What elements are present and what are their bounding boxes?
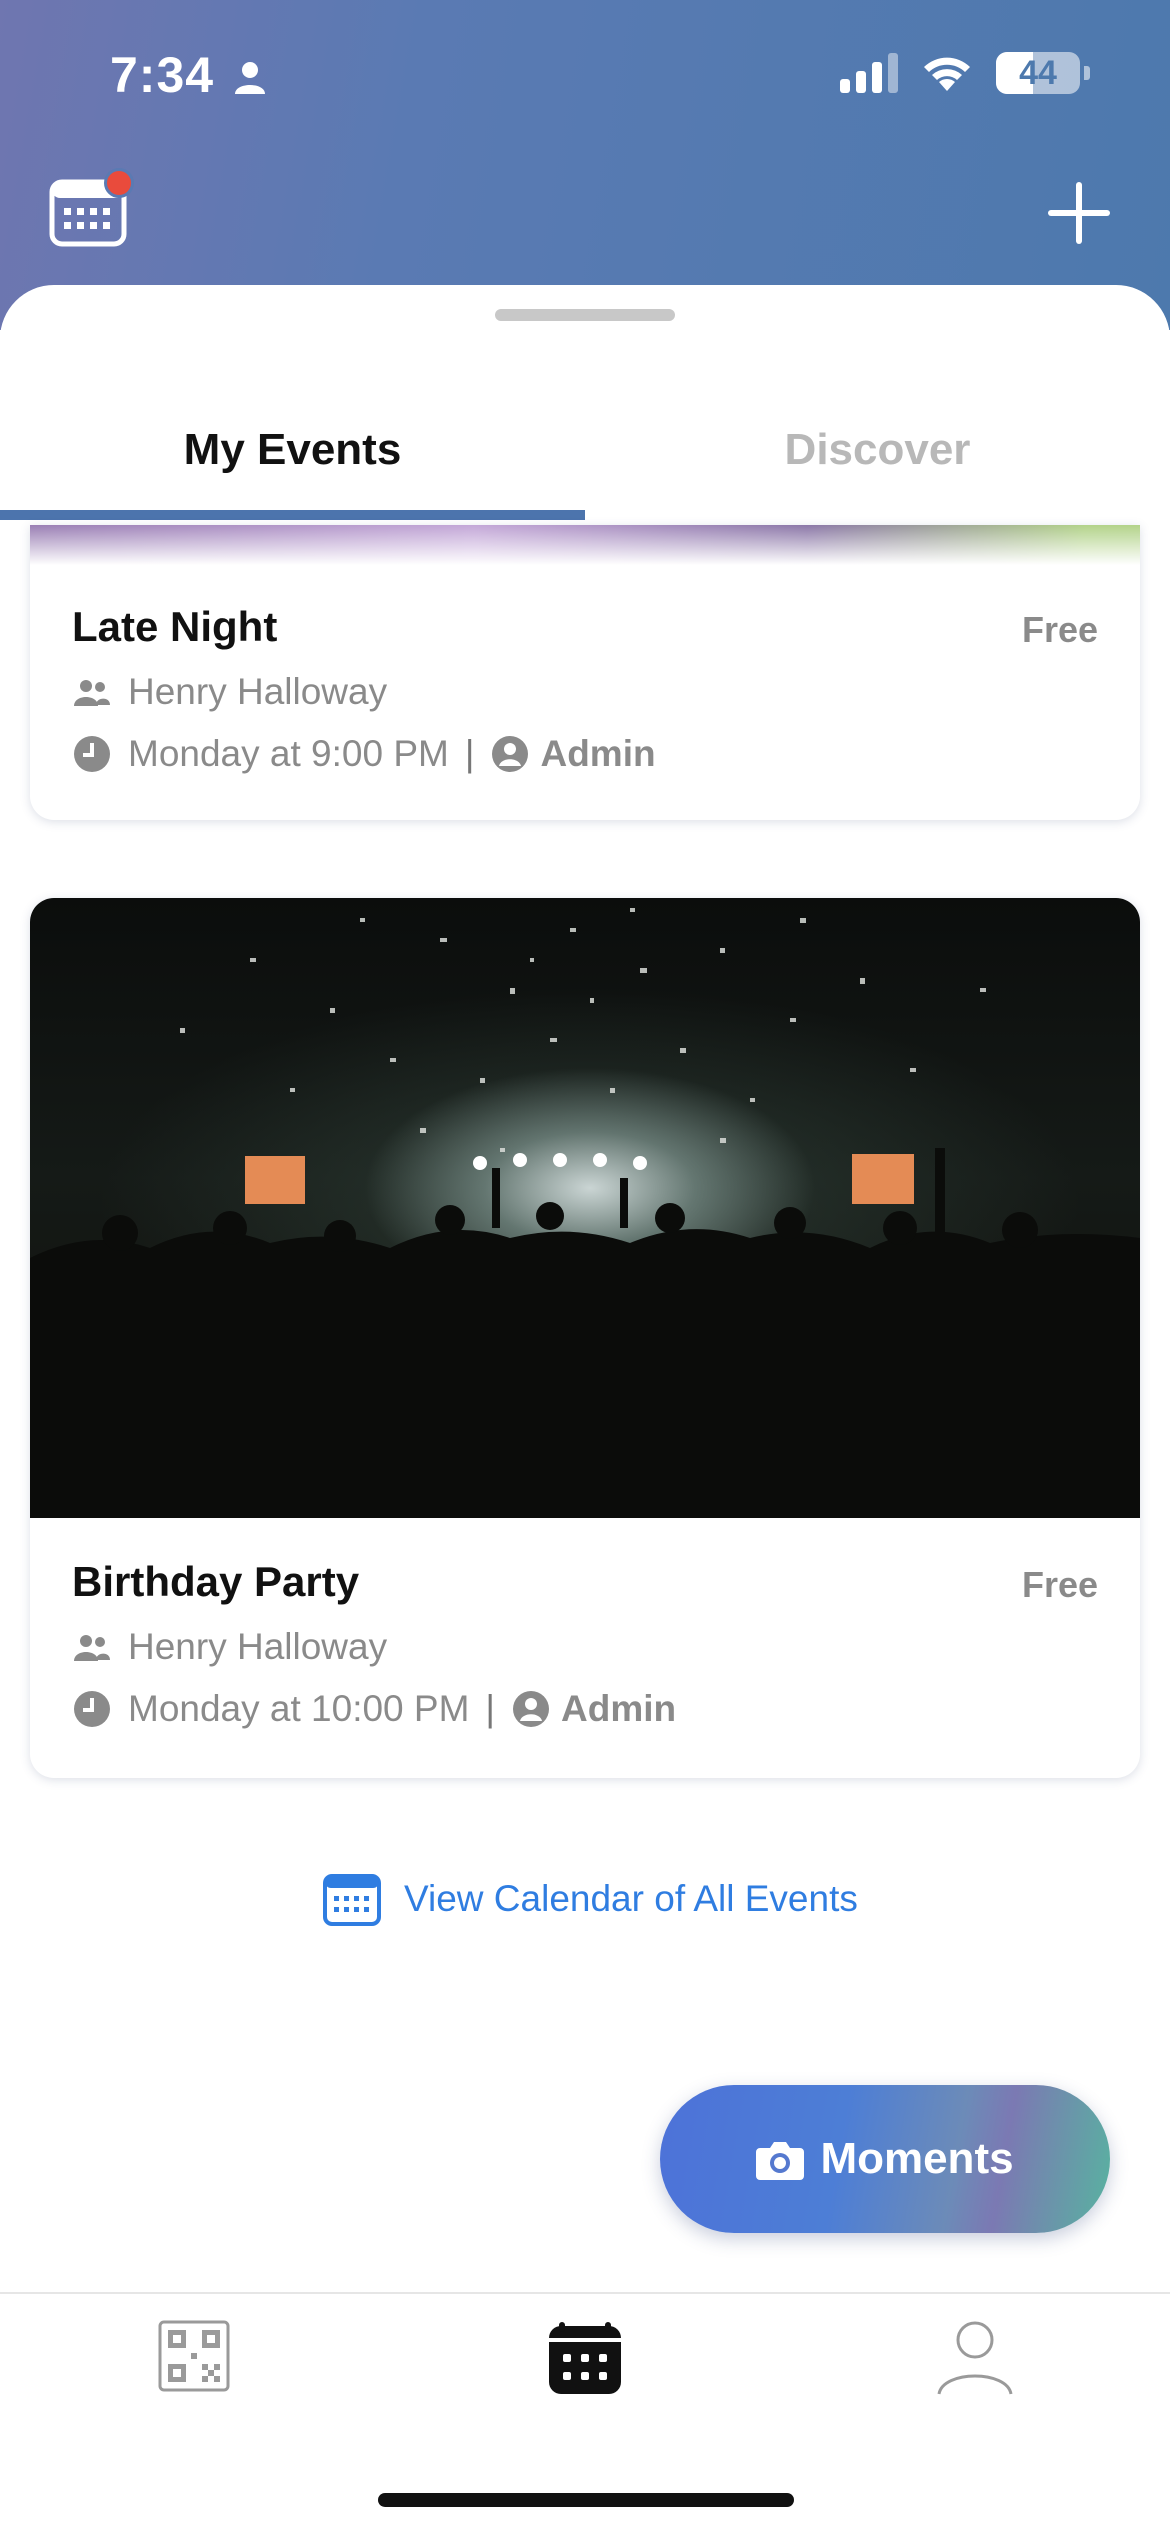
view-calendar-link[interactable]: View Calendar of All Events [322, 1870, 858, 1928]
concert-illustration [30, 908, 1140, 1518]
clock-icon [74, 1691, 110, 1727]
event-image [30, 525, 1140, 565]
event-card[interactable]: Late Night Free Henry Halloway Monday at… [30, 525, 1140, 820]
moments-label: Moments [820, 2134, 1014, 2183]
event-host: Henry Halloway [128, 671, 388, 712]
group-icon [74, 1635, 110, 1661]
person-icon [235, 62, 265, 94]
moments-button[interactable]: Moments [660, 2085, 1110, 2233]
add-event-plus-icon[interactable] [1044, 178, 1114, 248]
status-indicators: 44 [840, 52, 1090, 94]
active-tab-indicator [0, 510, 585, 520]
separator: | [485, 1688, 496, 1729]
calendar-tab-icon[interactable] [547, 2320, 623, 2396]
qr-code-icon[interactable] [158, 2320, 230, 2392]
tab-discover[interactable]: Discover [585, 405, 1170, 505]
event-role: Admin [540, 733, 656, 774]
view-calendar-label: View Calendar of All Events [404, 1878, 858, 1919]
event-host: Henry Halloway [128, 1626, 388, 1667]
signal-icon [840, 53, 898, 93]
event-price: Free [1021, 609, 1098, 650]
event-image [30, 898, 1140, 1518]
tab-bar-top: My Events Discover [0, 405, 1170, 505]
status-time: 7:34 [110, 47, 215, 103]
event-price: Free [1021, 1564, 1098, 1605]
group-icon [74, 680, 110, 706]
notification-dot [104, 168, 134, 198]
wifi-icon [924, 57, 970, 91]
event-time: Monday at 9:00 PM [128, 733, 449, 774]
admin-user-icon [513, 1691, 550, 1727]
home-indicator [378, 2493, 794, 2507]
sheet-grabber[interactable] [495, 309, 675, 321]
event-card[interactable]: Birthday Party Free Henry Halloway Monda… [30, 898, 1140, 1778]
event-title: Birthday Party [72, 1558, 360, 1605]
battery-indicator: 44 [996, 52, 1080, 94]
header: 7:34 44 [0, 0, 1170, 330]
camera-icon [756, 2142, 805, 2180]
clock-icon [74, 736, 110, 772]
event-time: Monday at 10:00 PM [128, 1688, 470, 1729]
event-role: Admin [561, 1688, 677, 1729]
event-title: Late Night [72, 603, 278, 650]
admin-user-icon [492, 736, 529, 772]
separator: | [464, 733, 475, 774]
profile-icon[interactable] [935, 2318, 1015, 2398]
tab-my-events[interactable]: My Events [0, 405, 585, 505]
calendar-icon [323, 1874, 381, 1926]
